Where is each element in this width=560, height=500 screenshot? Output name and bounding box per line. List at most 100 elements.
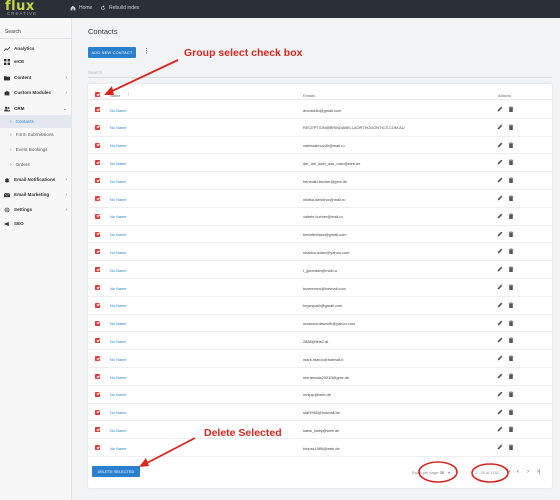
brand-logo[interactable]: flux CREATIVE xyxy=(5,0,63,17)
sidebar-item-email-notifications[interactable]: Email Notifications › xyxy=(0,173,72,186)
row-checkbox[interactable] xyxy=(95,124,100,130)
edit-icon[interactable] xyxy=(497,355,503,361)
contact-name-link[interactable]: No Name xyxy=(110,197,126,202)
edit-icon[interactable] xyxy=(497,159,503,165)
row-checkbox[interactable] xyxy=(95,445,100,451)
contact-name-link[interactable]: No Name xyxy=(110,428,126,433)
edit-icon[interactable] xyxy=(497,320,503,326)
edit-icon[interactable] xyxy=(497,426,503,432)
row-checkbox[interactable] xyxy=(95,178,100,184)
row-checkbox[interactable] xyxy=(95,374,100,379)
trash-icon[interactable] xyxy=(508,248,514,255)
contact-name-link[interactable]: No Name xyxy=(110,161,126,166)
trash-icon[interactable] xyxy=(508,426,514,433)
trash-icon[interactable] xyxy=(508,106,514,112)
contact-name-link[interactable]: No Name xyxy=(110,143,126,148)
edit-icon[interactable] xyxy=(497,337,503,343)
row-checkbox[interactable] xyxy=(95,267,100,273)
row-checkbox[interactable] xyxy=(95,142,100,148)
contact-name-link[interactable]: No Name xyxy=(110,303,126,308)
trash-icon[interactable] xyxy=(508,213,514,219)
row-checkbox[interactable] xyxy=(95,160,100,166)
rows-per-page-select[interactable]: 20 xyxy=(440,470,444,475)
contact-name-link[interactable]: No Name xyxy=(110,250,126,255)
trash-icon[interactable] xyxy=(508,319,514,326)
trash-icon[interactable] xyxy=(508,408,514,415)
edit-icon[interactable] xyxy=(497,231,503,237)
row-checkbox[interactable] xyxy=(95,196,100,201)
edit-icon[interactable] xyxy=(497,213,503,219)
home-link[interactable]: Home xyxy=(70,5,92,11)
trash-icon[interactable] xyxy=(508,444,514,451)
edit-icon[interactable] xyxy=(497,106,503,112)
row-checkbox[interactable] xyxy=(95,107,100,112)
sidebar-item-event-bookings[interactable]: › Event Bookings xyxy=(0,143,72,156)
row-checkbox[interactable] xyxy=(95,320,100,326)
sidebar-item-crm[interactable]: CRM ⌄ xyxy=(0,102,72,115)
contact-name-link[interactable]: No Name xyxy=(110,232,126,237)
sidebar-item-analytics[interactable]: Analytics xyxy=(0,42,72,55)
sidebar-item-eice[interactable]: eICE xyxy=(0,55,72,68)
first-page-icon[interactable]: |‹ xyxy=(507,469,511,475)
last-page-icon[interactable]: ›| xyxy=(537,469,541,475)
delete-selected-button[interactable]: DELETE SELECTED xyxy=(92,466,140,477)
trash-icon[interactable] xyxy=(508,284,514,290)
trash-icon[interactable] xyxy=(508,266,514,273)
sidebar-search[interactable]: Search xyxy=(0,23,72,39)
previous-page-icon[interactable]: ‹ xyxy=(517,469,519,475)
trash-icon[interactable] xyxy=(508,391,514,397)
trash-icon[interactable] xyxy=(508,302,514,308)
select-all-checkbox[interactable] xyxy=(95,92,100,97)
contact-name-link[interactable]: No Name xyxy=(110,321,126,326)
edit-icon[interactable] xyxy=(497,391,503,397)
edit-icon[interactable] xyxy=(497,409,503,415)
edit-icon[interactable] xyxy=(497,124,503,130)
edit-icon[interactable] xyxy=(497,195,503,201)
contact-name-link[interactable]: No Name xyxy=(110,214,126,219)
row-checkbox[interactable] xyxy=(95,213,100,219)
dropdown-arrow-icon[interactable]: ▾ xyxy=(448,470,450,475)
edit-icon[interactable] xyxy=(497,444,503,450)
trash-icon[interactable] xyxy=(508,124,514,130)
trash-icon[interactable] xyxy=(508,230,514,237)
sidebar-item-orders[interactable]: › Orders xyxy=(0,158,72,171)
rebuild-index-link[interactable]: Rebuild index xyxy=(100,5,139,11)
next-page-icon[interactable]: › xyxy=(527,469,529,475)
row-checkbox[interactable] xyxy=(95,302,100,308)
row-checkbox[interactable] xyxy=(95,285,100,290)
edit-icon[interactable] xyxy=(497,284,503,290)
row-checkbox[interactable] xyxy=(95,427,100,433)
row-checkbox[interactable] xyxy=(95,409,100,415)
sidebar-item-contacts[interactable]: › Contacts xyxy=(0,115,72,128)
row-checkbox[interactable] xyxy=(95,356,100,362)
trash-icon[interactable] xyxy=(508,195,514,201)
row-checkbox[interactable] xyxy=(95,231,100,237)
contact-name-link[interactable]: No Name xyxy=(110,125,126,130)
sidebar-item-seo[interactable]: SEO xyxy=(0,217,72,230)
column-header-name[interactable]: Name xyxy=(110,93,120,98)
more-options-icon[interactable]: ⋮ xyxy=(143,48,150,56)
contact-name-link[interactable]: No Name xyxy=(110,179,126,184)
trash-icon[interactable] xyxy=(508,159,514,166)
edit-icon[interactable] xyxy=(497,248,503,254)
row-checkbox[interactable] xyxy=(95,249,100,255)
contact-name-link[interactable]: No Name xyxy=(110,410,126,415)
row-checkbox[interactable] xyxy=(95,338,100,344)
sidebar-item-content[interactable]: Content › xyxy=(0,71,72,84)
contact-name-link[interactable]: No Name xyxy=(110,108,126,113)
contact-name-link[interactable]: No Name xyxy=(110,375,126,380)
edit-icon[interactable] xyxy=(497,142,503,148)
trash-icon[interactable] xyxy=(508,141,514,148)
contact-name-link[interactable]: No Name xyxy=(110,357,126,362)
contact-name-link[interactable]: No Name xyxy=(110,339,126,344)
add-new-contact-button[interactable]: ADD NEW CONTACT xyxy=(88,47,136,58)
contact-name-link[interactable]: No Name xyxy=(110,446,126,451)
sidebar-item-form-submissions[interactable]: › Form Submissions xyxy=(0,128,72,141)
sidebar-item-settings[interactable]: Settings › xyxy=(0,203,72,216)
sort-arrow-icon[interactable]: ↑ xyxy=(127,92,130,98)
row-checkbox[interactable] xyxy=(95,391,100,397)
edit-icon[interactable] xyxy=(497,266,503,272)
sidebar-item-custom-modules[interactable]: Custom Modules › xyxy=(0,86,72,99)
contact-name-link[interactable]: No Name xyxy=(110,392,126,397)
contact-name-link[interactable]: No Name xyxy=(110,268,126,273)
